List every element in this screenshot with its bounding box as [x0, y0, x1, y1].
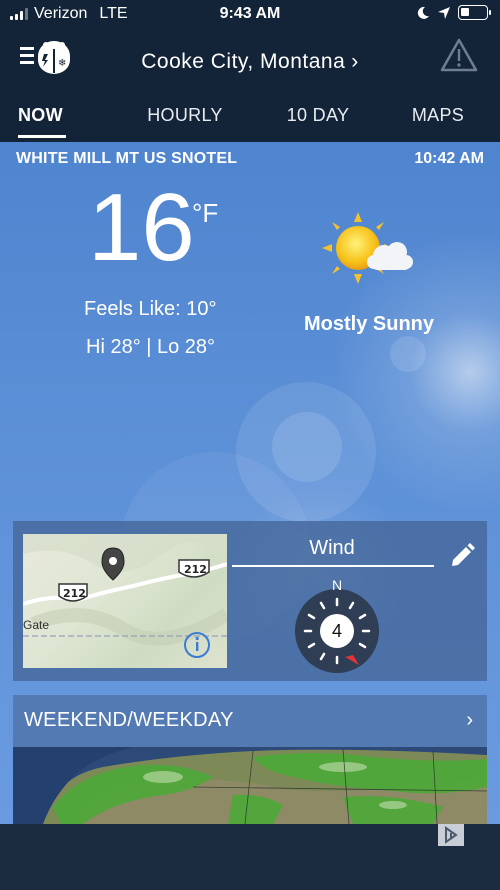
main-tabs: NOW HOURLY 10 DAY MAPS: [0, 92, 500, 142]
warning-triangle-icon: [440, 38, 478, 72]
route-label: 212: [63, 587, 86, 600]
tab-now[interactable]: NOW: [0, 92, 110, 142]
tab-10-day[interactable]: 10 DAY: [260, 92, 376, 142]
hi-lo: Hi 28° | Lo 28°: [86, 336, 216, 358]
observation-time: 10:42 AM: [414, 150, 484, 167]
chevron-right-icon: ›: [466, 709, 473, 731]
location-map[interactable]: 212 212 Gate: [23, 534, 227, 668]
pencil-icon: [452, 543, 475, 566]
ad-banner[interactable]: [0, 824, 500, 890]
location-name: Cooke City, Montana: [141, 50, 346, 73]
temperature-unit: °F: [192, 198, 219, 228]
moon-icon: [417, 6, 429, 19]
wind-card[interactable]: 212 212 Gate Wind N 4: [13, 521, 487, 681]
tab-hourly[interactable]: HOURLY: [110, 92, 260, 142]
status-right: [416, 5, 491, 20]
edit-button[interactable]: [449, 543, 475, 574]
weekend-weekday-card[interactable]: WEEKEND/WEEKDAY ›: [13, 695, 487, 747]
tab-maps[interactable]: MAPS: [376, 92, 500, 142]
chevron-right-icon: ›: [351, 50, 359, 73]
location-arrow-icon: [438, 6, 450, 19]
lens-flare: [390, 336, 426, 372]
location-selector[interactable]: Cooke City, Montana ›: [0, 50, 500, 74]
route-label: 212: [184, 563, 207, 576]
station-name: WHITE MILL MT US SNOTEL: [16, 150, 238, 167]
wind-speed: 4: [331, 621, 342, 641]
place-label: Gate: [23, 618, 50, 632]
feels-like: Feels Like: 10°: [84, 298, 217, 320]
sun-cloud-icon: [322, 212, 416, 293]
condition-text: Mostly Sunny: [304, 313, 435, 335]
app-header: ❄ Cooke City, Montana ›: [0, 30, 500, 92]
ad-choices-button[interactable]: [438, 824, 464, 851]
status-bar: Verizon LTE 9:43 AM: [0, 0, 500, 30]
wind-compass: N 4: [293, 577, 381, 678]
current-temperature: 16: [88, 174, 195, 281]
compass-north-label: N: [332, 577, 343, 593]
divider: [232, 565, 434, 567]
ad-choices-icon: [438, 824, 464, 846]
weekend-map-preview[interactable]: [13, 747, 487, 824]
alert-button[interactable]: [440, 38, 478, 77]
current-conditions-panel: WHITE MILL MT US SNOTEL 10:42 AM 16 °F F…: [0, 142, 500, 824]
weekend-title: WEEKEND/WEEKDAY: [24, 709, 234, 731]
battery-icon: [458, 5, 491, 20]
wind-title: Wind: [309, 537, 355, 559]
lens-flare: [272, 412, 342, 482]
